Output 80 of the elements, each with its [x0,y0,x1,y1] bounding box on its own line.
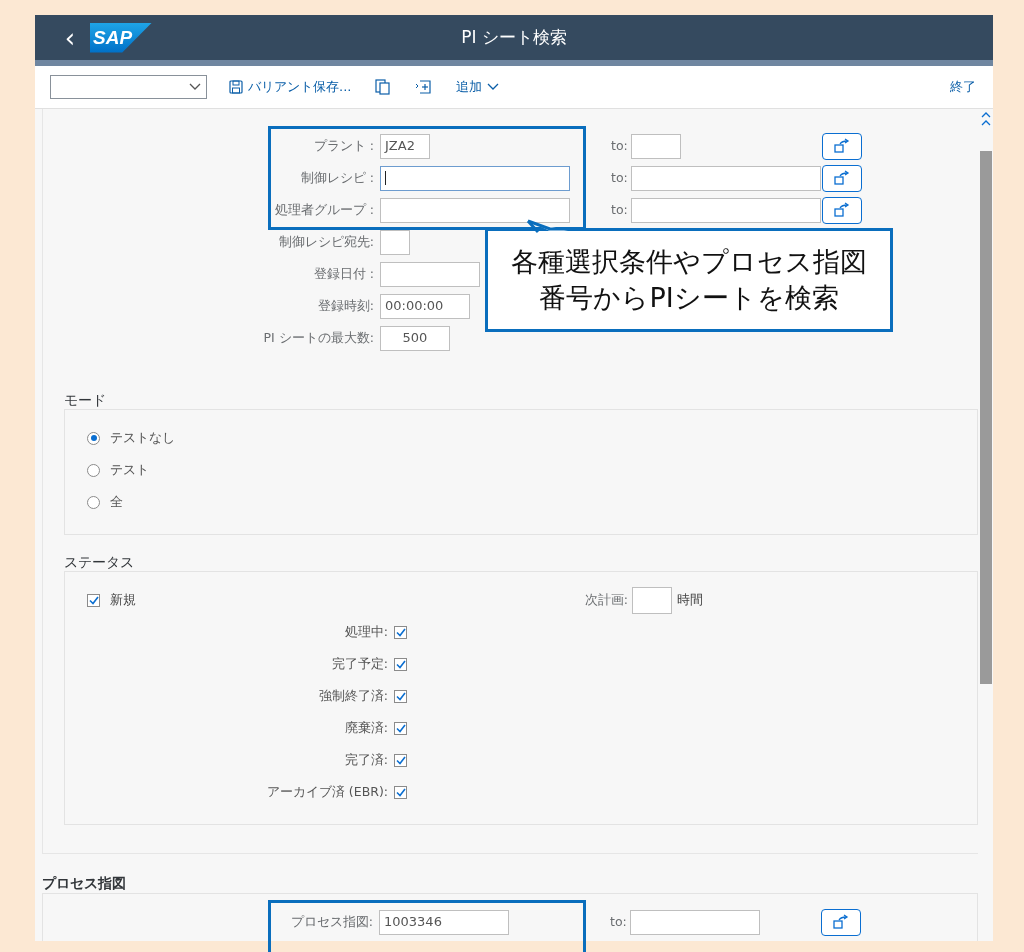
exit-button[interactable]: 終了 [948,77,978,97]
input-field[interactable]: JZA2 [380,133,430,159]
field-label: プロセス指図: [290,912,373,931]
to-label: to: [611,200,629,219]
to-label: to: [611,136,629,155]
radio-button[interactable] [87,431,100,445]
input-field[interactable]: 500 [380,325,450,351]
copy-icon [375,79,392,95]
checkbox[interactable] [394,625,407,639]
section-title: モード [64,391,107,409]
checkbox-label: アーカイブ済 (EBR): [265,782,389,801]
radio-label: テストなし [110,428,175,447]
arrow-out-icon [833,170,851,186]
checkbox-label: 完了予定: [330,654,389,673]
input-field[interactable] [631,197,821,223]
to-label: to: [610,912,628,931]
checkbox-label: 処理中: [343,622,389,641]
field-label: 登録時刻: [317,296,374,315]
check-icon [395,787,406,797]
input-field[interactable] [380,165,570,191]
checkbox[interactable] [394,785,407,799]
radio-button[interactable] [87,463,100,477]
field-label: PI シートの最大数: [263,328,374,347]
checkbox[interactable] [394,753,407,767]
unit-label: 時間 [677,590,703,609]
field-label: プラント : [313,136,374,155]
checkbox-label: 完了済: [343,750,389,769]
checkbox[interactable] [87,593,100,607]
checkbox[interactable] [394,657,407,671]
field-label: 制御レシピ : [300,168,374,187]
callout-text: 各種選択条件やプロセス指図 番号からPIシートを検索 [485,228,893,332]
checkbox-label: 廃棄済: [343,718,389,737]
section-title: プロセス指図 [42,874,127,892]
check-icon [395,659,406,669]
input-field[interactable]: 1003346 [379,909,509,935]
check-icon [395,755,406,765]
arrow-out-icon [833,138,851,154]
checkbox[interactable] [394,721,407,735]
field-label: 次計画: [583,590,629,609]
input-field[interactable] [631,133,681,159]
multiple-selection-button[interactable] [822,196,862,224]
add-menu-button[interactable]: 追加 [454,77,502,97]
back-button[interactable]: ‹ [50,23,90,52]
arrow-out-icon [833,202,851,218]
text-cursor [385,171,386,185]
input-field[interactable] [380,229,410,255]
input-field[interactable] [380,261,480,287]
input-field[interactable] [630,909,760,935]
scroll-thumb[interactable] [980,151,992,684]
checkbox-label: 強制終了済: [317,686,389,705]
variant-select[interactable] [50,75,207,99]
input-field[interactable]: 00:00:00 [380,293,470,319]
scroll-up-icon [980,112,991,126]
field-label: 制御レシピ宛先: [278,232,374,251]
check-icon [395,691,406,701]
window-title: PI シート検索 [461,25,567,49]
field-label: 処理者グループ : [274,200,374,219]
section-title: ステータス [64,553,135,571]
check-icon [395,723,406,733]
input-field[interactable] [632,586,672,614]
radio-label: テスト [110,460,149,479]
radio-button[interactable] [87,495,100,509]
multiple-selection-button[interactable] [822,132,862,160]
input-field[interactable] [631,165,821,191]
save-variant-button[interactable]: バリアント保存... [227,77,354,97]
multiple-selection-button[interactable] [822,164,862,192]
multiple-selection-button[interactable] [821,908,861,936]
checkbox-label: 新規 [110,590,137,609]
chevron-down-icon [487,83,500,91]
add-icon [415,79,433,95]
check-icon [88,595,99,605]
arrow-out-icon [832,914,850,930]
field-label: 登録日付 : [313,264,374,283]
checkbox[interactable] [394,689,407,703]
chevron-down-icon [189,83,201,91]
radio-label: 全 [110,492,123,511]
to-label: to: [611,168,629,187]
save-icon [229,80,243,94]
logo: SAP [90,22,152,53]
check-icon [395,627,406,637]
